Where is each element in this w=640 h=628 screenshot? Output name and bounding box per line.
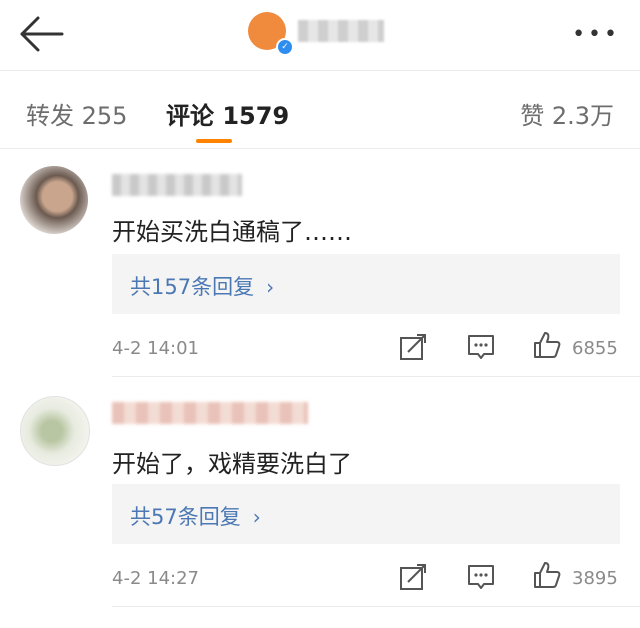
comment-timestamp: 4-2 14:27	[112, 568, 199, 589]
comment-text: 开始了，戏精要洗白了	[112, 450, 352, 478]
repost-icon[interactable]	[398, 332, 428, 362]
commenter-avatar[interactable]	[20, 396, 90, 466]
like-count: 3895	[572, 568, 618, 589]
thumbs-up-icon[interactable]	[532, 330, 562, 360]
post-tabs: 转发 255 评论 1579 赞 2.3万	[0, 70, 640, 149]
replies-link[interactable]: 共157条回复 ›	[130, 271, 274, 301]
thumbs-up-icon[interactable]	[532, 560, 562, 590]
replies-box[interactable]: 共57条回复 ›	[112, 484, 620, 544]
replies-count-label: 共57条回复	[130, 505, 241, 529]
repost-icon[interactable]	[398, 562, 428, 592]
back-arrow-icon[interactable]	[18, 14, 64, 54]
more-dots-icon[interactable]: •••	[572, 22, 620, 47]
comment-text: 开始买洗白通稿了……	[112, 218, 352, 246]
tab-repost[interactable]: 转发 255	[26, 96, 127, 131]
comment-item: 开始了，戏精要洗白了 共57条回复 › 4-2 14:27 3895	[0, 378, 640, 608]
commenter-avatar[interactable]	[20, 166, 88, 234]
replies-link[interactable]: 共57条回复 ›	[130, 501, 261, 531]
commenter-name-blurred[interactable]	[112, 174, 242, 196]
comment-divider	[112, 376, 640, 377]
verified-badge-icon: ✓	[276, 38, 294, 56]
comment-divider	[112, 606, 640, 607]
comment-timestamp: 4-2 14:01	[112, 338, 199, 359]
replies-box[interactable]: 共157条回复 ›	[112, 254, 620, 314]
like-count: 6855	[572, 338, 618, 359]
chevron-right-icon: ›	[252, 505, 261, 529]
tab-comment[interactable]: 评论 1579	[166, 96, 289, 131]
chevron-right-icon: ›	[266, 275, 275, 299]
comment-item: 开始买洗白通稿了…… 共157条回复 › 4-2 14:01 6855	[0, 148, 640, 378]
replies-count-label: 共157条回复	[130, 275, 255, 299]
comment-icon[interactable]	[466, 332, 496, 362]
comment-icon[interactable]	[466, 562, 496, 592]
commenter-name-blurred[interactable]	[112, 402, 308, 424]
tab-like[interactable]: 赞 2.3万	[520, 96, 614, 131]
active-tab-indicator	[196, 139, 232, 143]
poster-name-blurred[interactable]	[298, 20, 384, 42]
top-bar: ✓ •••	[0, 0, 640, 71]
